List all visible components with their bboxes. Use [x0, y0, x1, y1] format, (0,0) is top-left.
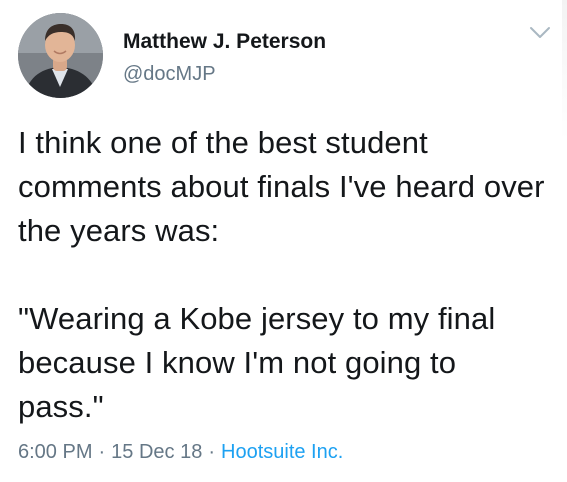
meta-separator: · [208, 441, 215, 463]
chevron-down-icon[interactable] [529, 26, 551, 40]
tweet-time[interactable]: 6:00 PM [18, 441, 92, 463]
meta-separator: · [98, 441, 106, 463]
tweet-source-link[interactable]: Hootsuite Inc. [221, 441, 343, 463]
avatar[interactable] [18, 13, 103, 98]
window-edge [562, 0, 567, 140]
tweet-date[interactable]: 15 Dec 18 [111, 441, 202, 463]
tweet-meta: 6:00 PM · 15 Dec 18 · Hootsuite Inc. [18, 441, 343, 464]
tweet-text: I think one of the best student comments… [18, 125, 545, 424]
author-handle[interactable]: @docMJP [123, 63, 216, 86]
tweet-card: Matthew J. Peterson @docMJP I think one … [0, 0, 567, 482]
author-name[interactable]: Matthew J. Peterson [123, 30, 326, 54]
